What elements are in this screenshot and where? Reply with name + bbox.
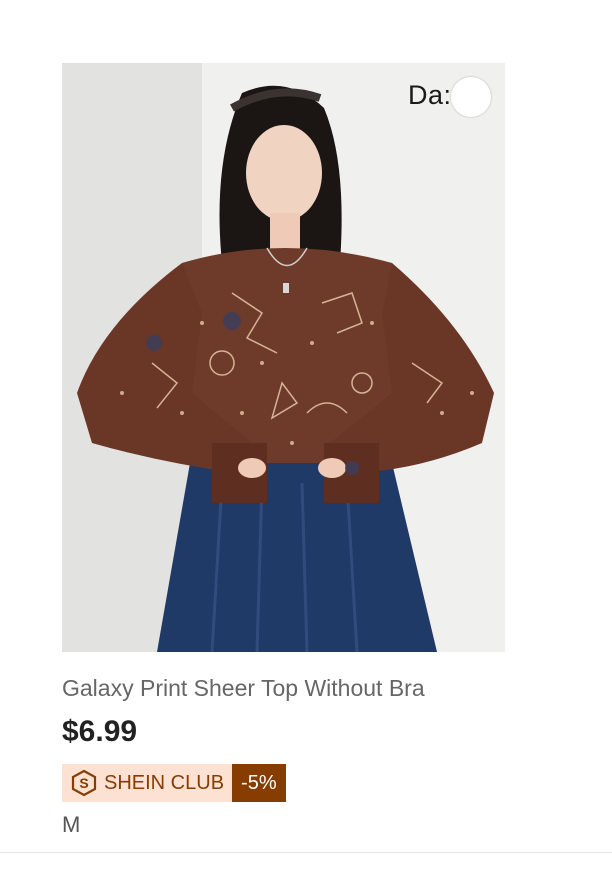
club-badge-label-area: S SHEIN CLUB: [62, 764, 233, 802]
svg-text:S: S: [79, 775, 88, 791]
product-photo: [62, 63, 505, 652]
product-image[interactable]: [62, 63, 505, 652]
brand-watermark: Da:: [408, 80, 452, 110]
shein-club-badge[interactable]: S SHEIN CLUB -5%: [62, 764, 286, 802]
watermark-badge: [451, 77, 491, 117]
product-card[interactable]: Da: Galaxy Print Sheer Top Without Bra $…: [0, 0, 612, 885]
club-discount: -5%: [232, 764, 286, 802]
shein-club-icon: S: [71, 769, 97, 797]
product-title[interactable]: Galaxy Print Sheer Top Without Bra: [62, 675, 425, 702]
product-price: $6.99: [62, 715, 138, 748]
club-label: SHEIN CLUB: [104, 771, 225, 794]
product-size: M: [62, 812, 81, 837]
card-divider: [0, 852, 612, 853]
